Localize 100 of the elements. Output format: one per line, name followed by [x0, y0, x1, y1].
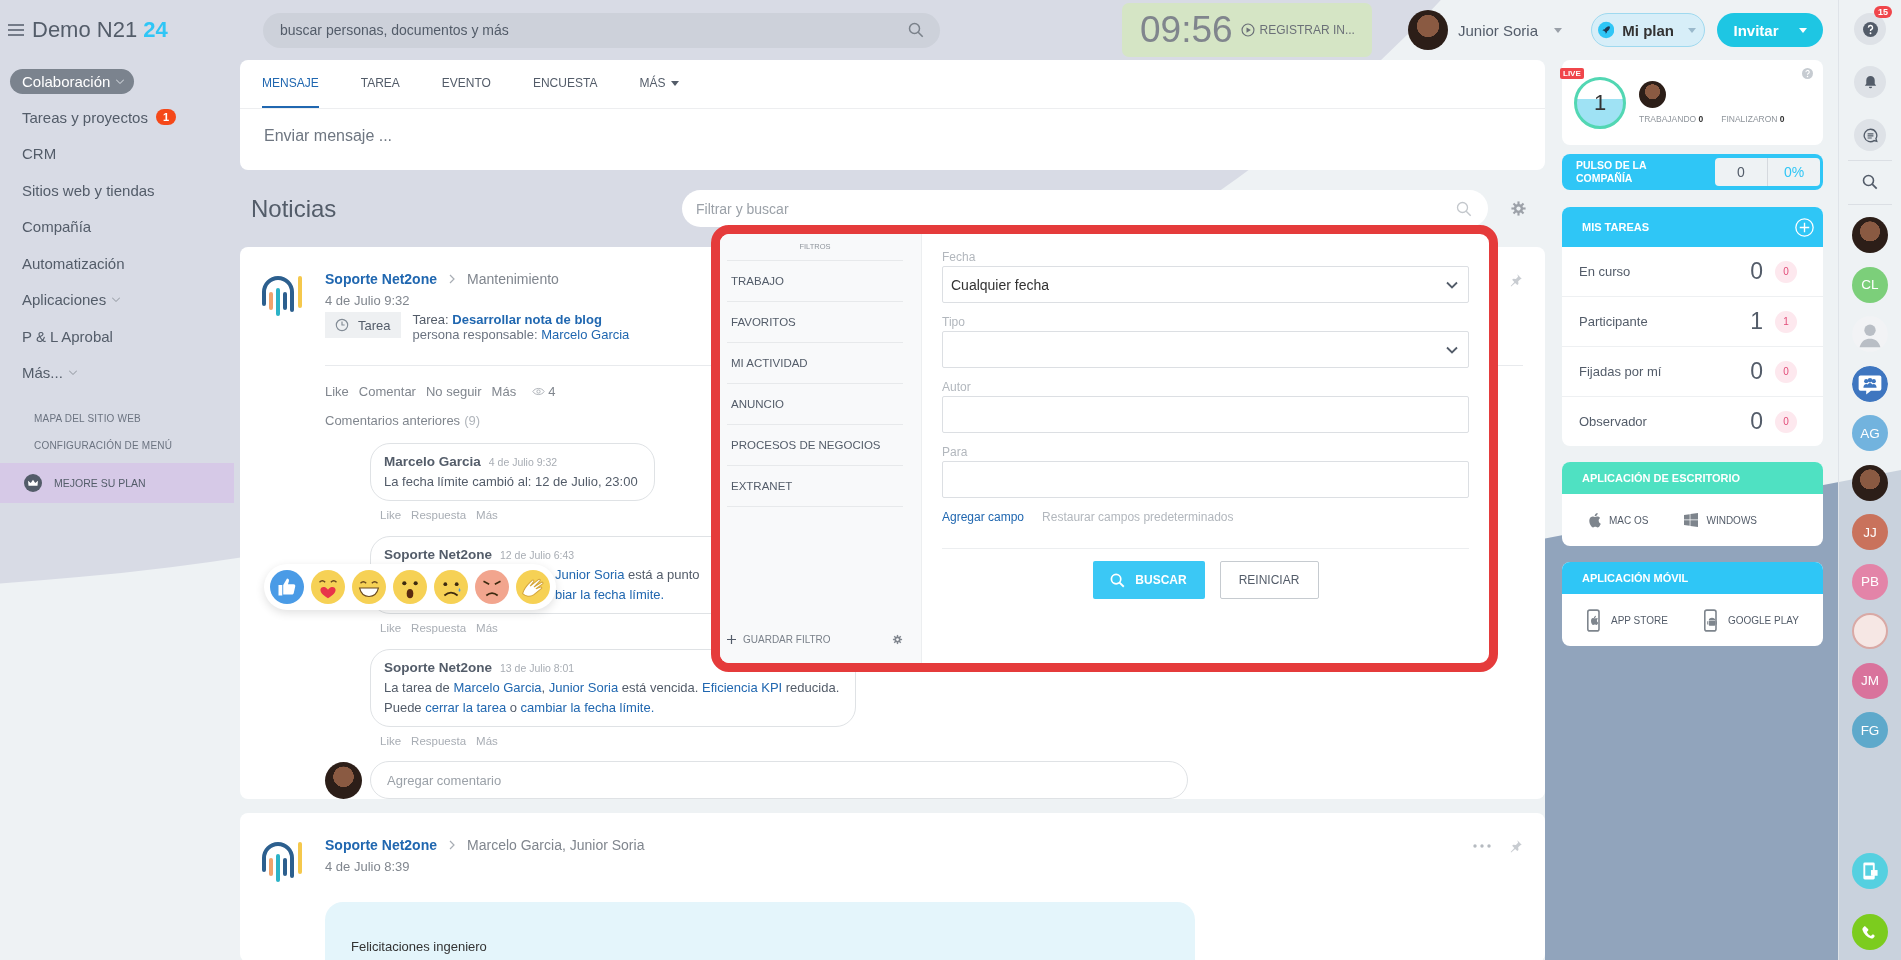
- search-icon[interactable]: [908, 22, 924, 38]
- caret-icon: [1798, 27, 1807, 33]
- sad-reaction-icon[interactable]: [434, 570, 468, 604]
- post-action-link[interactable]: No seguir: [425, 384, 482, 399]
- composer-tab[interactable]: MÁS: [639, 60, 680, 108]
- comment-field[interactable]: Agregar comentario: [370, 761, 1188, 799]
- nav-item[interactable]: Sitios web y tiendas: [10, 172, 167, 209]
- nav-item[interactable]: P & L Aprobal: [10, 318, 125, 355]
- responsible-label: persona responsable:: [412, 327, 538, 342]
- help-button[interactable]: [1854, 13, 1886, 45]
- search-icon: [1110, 572, 1126, 588]
- laugh-reaction-icon[interactable]: [352, 570, 386, 604]
- reset-button[interactable]: REINICIAR: [1219, 561, 1319, 599]
- nav-link[interactable]: MAPA DEL SITIO WEB: [34, 413, 234, 424]
- author-link[interactable]: Soporte Net2one: [325, 271, 437, 287]
- app-download-link[interactable]: MAC OS: [1587, 512, 1649, 528]
- notifications-button[interactable]: [1854, 66, 1886, 98]
- register-button[interactable]: REGISTRAR IN...: [1232, 23, 1355, 37]
- task-tag: Tarea: [325, 312, 401, 338]
- task-row[interactable]: Observador 0 0: [1562, 397, 1823, 446]
- comment-link[interactable]: Eficiencia KPI: [701, 680, 783, 695]
- plan-button[interactable]: Mi plan: [1591, 13, 1705, 47]
- filter-preset[interactable]: PROCESOS DE NEGOCIOS: [727, 424, 903, 465]
- nav-item[interactable]: Tareas y proyectos 1: [10, 99, 188, 136]
- filter-preset[interactable]: FAVORITOS: [727, 301, 903, 342]
- comment-link[interactable]: Junior Soria: [548, 680, 619, 695]
- nav-item[interactable]: CRM: [10, 135, 69, 172]
- finished-count: FINALIZARON 0: [1721, 114, 1785, 124]
- post-action-link[interactable]: Comentar: [358, 384, 416, 399]
- comment-link[interactable]: Junior Soria: [555, 567, 625, 582]
- comment-link[interactable]: cerrar la tarea: [425, 700, 507, 715]
- portal-logo[interactable]: Demo N21 24: [32, 17, 168, 43]
- screen-share-icon[interactable]: [1852, 853, 1888, 889]
- contact-avatar[interactable]: [1852, 217, 1888, 253]
- upgrade-plan-link[interactable]: MEJORE SU PLAN: [0, 463, 234, 503]
- more-icon[interactable]: [1473, 844, 1491, 848]
- filter-search-field[interactable]: Filtrar y buscar: [682, 190, 1488, 227]
- user-menu[interactable]: Junior Soria: [1408, 10, 1563, 50]
- post-action-link[interactable]: Más: [491, 384, 517, 399]
- add-icon[interactable]: [1795, 217, 1814, 237]
- task-link[interactable]: Desarrollar nota de blog: [452, 312, 602, 327]
- composer-tab[interactable]: EVENTO: [441, 60, 491, 108]
- message-field[interactable]: Enviar mensaje ...: [262, 126, 1523, 146]
- composer-tab[interactable]: TAREA: [360, 60, 400, 108]
- comment-link[interactable]: cambiar la fecha límite.: [520, 700, 655, 715]
- facepalm-reaction-icon[interactable]: [516, 570, 550, 604]
- dropdown-field[interactable]: [942, 331, 1469, 368]
- chevron-icon: [449, 840, 455, 850]
- angry-reaction-icon[interactable]: [475, 570, 509, 604]
- app-download-link[interactable]: APP STORE: [1587, 608, 1668, 632]
- comment-link[interactable]: Marcelo Garcia: [453, 680, 542, 695]
- nav-item[interactable]: Colaboración: [10, 69, 135, 94]
- previous-comments-link[interactable]: Comentarios anteriores: [325, 413, 461, 428]
- contact-avatar[interactable]: [1852, 464, 1888, 501]
- love-reaction-icon[interactable]: [311, 570, 345, 604]
- comment-link[interactable]: biar la fecha límite.: [555, 587, 665, 602]
- task-count: 1: [1750, 308, 1763, 335]
- add-field-link[interactable]: Agregar campo: [942, 510, 1025, 524]
- field-label: Tipo: [942, 314, 966, 329]
- author-link[interactable]: Soporte Net2one: [325, 837, 437, 853]
- input-field[interactable]: [942, 396, 1469, 433]
- post-message: Felicitaciones ingeniero: [351, 939, 487, 954]
- task-row[interactable]: Fijadas por mí 0 0: [1562, 347, 1823, 397]
- pulse-bar[interactable]: PULSO DE LA COMPAÑÍA 0 0%: [1562, 154, 1823, 190]
- pin-icon[interactable]: [1509, 839, 1523, 853]
- composer-tab[interactable]: MENSAJE: [262, 60, 319, 108]
- phone-icon[interactable]: [1852, 914, 1888, 950]
- nav-item[interactable]: Compañía: [10, 208, 104, 245]
- search-icon[interactable]: [1862, 174, 1878, 190]
- menu-icon[interactable]: [8, 24, 24, 36]
- settings-icon[interactable]: [892, 634, 903, 645]
- nav-item[interactable]: Aplicaciones: [10, 281, 133, 318]
- nav-item[interactable]: Más...: [10, 354, 89, 391]
- help-icon[interactable]: [1802, 68, 1813, 79]
- wow-reaction-icon[interactable]: [393, 570, 427, 604]
- widget-title: MIS TAREAS: [1582, 221, 1650, 233]
- filter-preset[interactable]: TRABAJO: [727, 260, 903, 301]
- messenger-button[interactable]: [1854, 119, 1886, 151]
- person-link[interactable]: Marcelo Garcia: [541, 327, 630, 342]
- nav-item[interactable]: Automatización: [10, 245, 137, 282]
- composer-tab[interactable]: ENCUESTA: [532, 60, 598, 108]
- group-chat-icon[interactable]: [1852, 365, 1888, 402]
- nav-link[interactable]: CONFIGURACIÓN DE MENÚ: [34, 440, 234, 451]
- app-download-link[interactable]: WINDOWS: [1684, 512, 1757, 528]
- search-field[interactable]: buscar personas, documentos y más: [263, 12, 940, 48]
- dropdown-field[interactable]: Cualquier fecha: [942, 266, 1469, 303]
- pulse-value: 0: [1736, 163, 1746, 182]
- filter-preset[interactable]: ANUNCIO: [727, 383, 903, 424]
- filter-preset[interactable]: EXTRANET: [727, 465, 903, 506]
- filter-preset[interactable]: MI ACTIVIDAD: [727, 342, 903, 383]
- pin-icon[interactable]: [1509, 273, 1523, 287]
- app-download-link[interactable]: GOOGLE PLAY: [1703, 608, 1799, 632]
- settings-icon[interactable]: [1510, 200, 1527, 217]
- post-action-link[interactable]: Like: [325, 384, 349, 399]
- save-filter-link[interactable]: GUARDAR FILTRO: [727, 634, 831, 645]
- task-row[interactable]: Participante 1 1: [1562, 297, 1823, 347]
- comment-text: La tarea de Marcelo Garcia, Junior Soria está vencida. Eficiencia KPI reducida.: [384, 680, 840, 695]
- like-reaction-icon[interactable]: [270, 570, 304, 604]
- input-field[interactable]: [942, 461, 1469, 498]
- task-row[interactable]: En curso 0 0: [1562, 247, 1823, 297]
